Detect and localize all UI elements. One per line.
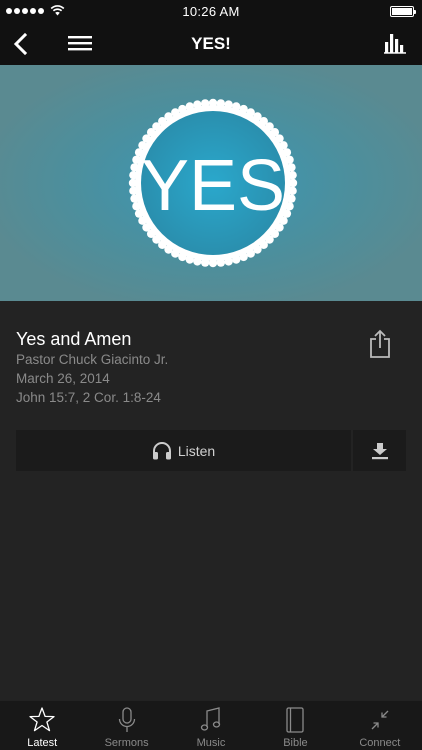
sermon-scripture: John 15:7, 2 Cor. 1:8-24 [16, 390, 161, 405]
music-note-icon [200, 707, 221, 731]
tab-label-connect: Connect [359, 737, 401, 749]
star-icon [29, 707, 55, 732]
media-action-row: Listen [16, 430, 406, 471]
page-title: YES! [191, 33, 231, 53]
status-time: 10:26 AM [182, 3, 240, 19]
bar-chart-icon[interactable] [384, 32, 406, 54]
book-icon [286, 707, 305, 733]
status-bar: 10:26 AM [0, 0, 422, 22]
sermon-title: Yes and Amen [16, 329, 132, 349]
connect-arrows-icon [371, 710, 389, 730]
download-button[interactable] [353, 430, 406, 471]
headphones-icon [152, 441, 171, 459]
microphone-icon [118, 707, 135, 732]
back-arrow-icon[interactable] [10, 31, 34, 57]
sermon-date: March 26, 2014 [16, 371, 110, 386]
tab-label-latest: Latest [27, 737, 58, 749]
nav-bar: YES! [0, 22, 422, 65]
tab-connect[interactable]: Connect [338, 701, 422, 750]
artwork-text: YES [141, 146, 285, 226]
listen-button[interactable]: Listen [16, 430, 351, 471]
tab-sermons[interactable]: Sermons [84, 701, 168, 750]
tab-label-sermons: Sermons [104, 737, 149, 749]
hamburger-menu-icon[interactable] [68, 34, 92, 52]
sermon-speaker: Pastor Chuck Giacinto Jr. [16, 352, 169, 367]
tab-bar: Latest Sermons Music Bible Connect [0, 700, 422, 750]
yes-logo-artwork: YES [0, 65, 422, 301]
wifi-icon [50, 5, 65, 16]
share-icon[interactable] [368, 329, 392, 359]
sermon-details: Yes and Amen Pastor Chuck Giacinto Jr. M… [0, 301, 422, 701]
sermon-artwork: YES [0, 65, 422, 301]
battery-icon [390, 6, 416, 17]
tab-latest[interactable]: Latest [0, 701, 84, 750]
signal-wifi-indicators [6, 5, 65, 16]
tab-label-bible: Bible [283, 737, 308, 749]
download-icon [371, 442, 388, 459]
listen-label: Listen [177, 442, 216, 459]
tab-music[interactable]: Music [169, 701, 253, 750]
tab-label-music: Music [196, 737, 226, 749]
signal-strength-icon [6, 7, 44, 14]
tab-bible[interactable]: Bible [253, 701, 337, 750]
